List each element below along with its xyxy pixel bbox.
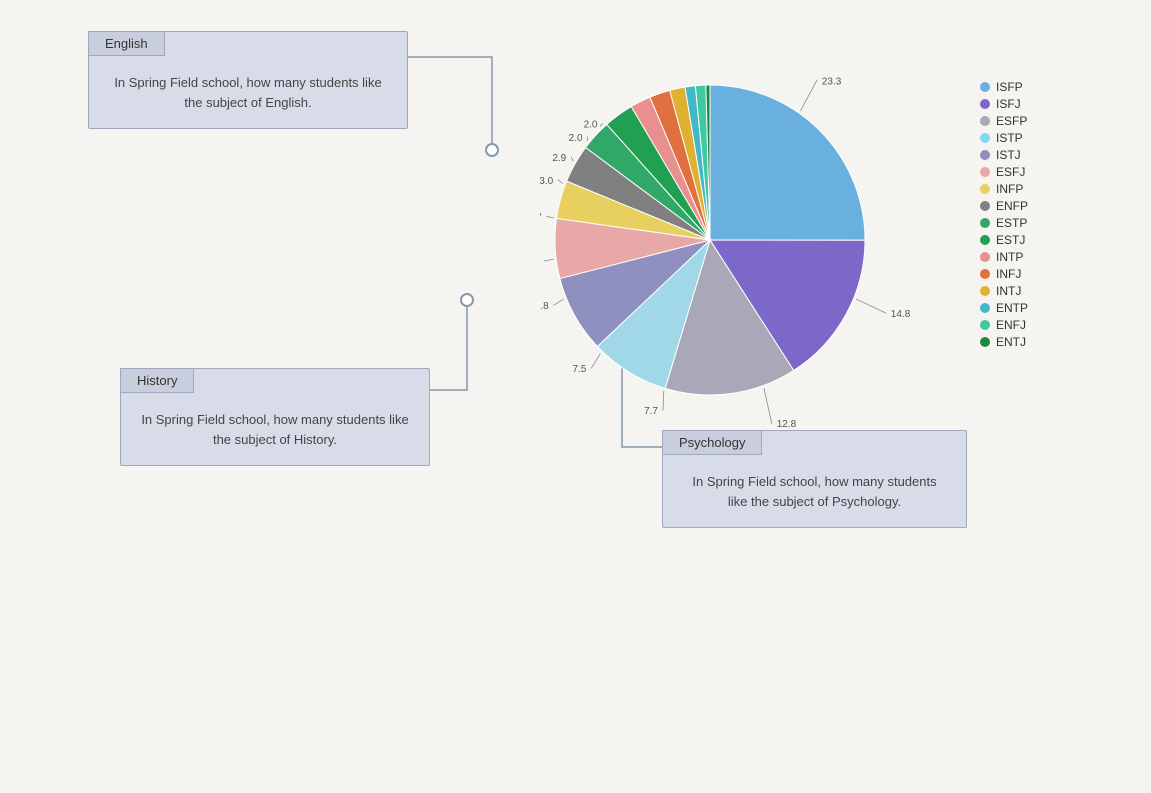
svg-text:7.5: 7.5 [572,364,586,375]
legend-dot [980,235,990,245]
history-body: In Spring Field school, how many student… [121,394,429,465]
legend-label: ESFJ [996,165,1025,179]
history-connector-dot [460,293,474,307]
legend-dot [980,201,990,211]
legend-label: ENFP [996,199,1028,213]
legend-label: ISTJ [996,148,1021,162]
history-title: History [120,368,194,393]
history-tooltip: History In Spring Field school, how many… [120,368,430,466]
legend-item-isfp: ISFP [980,80,1028,94]
legend-dot [980,218,990,228]
legend-label: INFJ [996,267,1021,281]
svg-text:2.0: 2.0 [569,133,583,144]
legend-item-esfp: ESFP [980,114,1028,128]
legend-item-entj: ENTJ [980,335,1028,349]
legend-dot [980,82,990,92]
legend-item-entp: ENTP [980,301,1028,315]
legend-dot [980,150,990,160]
english-title: English [88,31,165,56]
legend-label: ENTP [996,301,1028,315]
legend-item-istj: ISTJ [980,148,1028,162]
pie-chart: 23.314.812.87.77.55.83.73.73.02.92.02.0 [540,55,940,440]
psychology-tooltip: Psychology In Spring Field school, how m… [662,430,967,528]
english-body: In Spring Field school, how many student… [89,57,407,128]
legend-label: INTJ [996,284,1021,298]
legend-label: ISTP [996,131,1023,145]
legend-item-estp: ESTP [980,216,1028,230]
legend-item-infp: INFP [980,182,1028,196]
legend-item-esfj: ESFJ [980,165,1028,179]
legend-dot [980,116,990,126]
legend-label: ISFP [996,80,1023,94]
legend-dot [980,320,990,330]
english-tooltip: English In Spring Field school, how many… [88,31,408,129]
legend-dot [980,133,990,143]
legend-label: ENFJ [996,318,1026,332]
legend-label: ESTJ [996,233,1025,247]
legend-item-enfj: ENFJ [980,318,1028,332]
english-connector-dot [485,143,499,157]
svg-text:3.7: 3.7 [540,212,542,223]
legend-item-intp: INTP [980,250,1028,264]
legend-label: ISFJ [996,97,1021,111]
legend-dot [980,252,990,262]
legend-label: ESFP [996,114,1027,128]
psychology-body: In Spring Field school, how many student… [663,456,966,527]
legend-item-intj: INTJ [980,284,1028,298]
legend-dot [980,286,990,296]
legend-dot [980,99,990,109]
svg-text:14.8: 14.8 [891,309,911,320]
legend-dot [980,184,990,194]
legend-dot [980,269,990,279]
legend-item-infj: INFJ [980,267,1028,281]
svg-text:7.7: 7.7 [644,406,658,417]
svg-text:5.8: 5.8 [540,301,549,312]
legend-label: INTP [996,250,1023,264]
svg-text:23.3: 23.3 [822,76,842,87]
legend-dot [980,337,990,347]
legend-item-isfj: ISFJ [980,97,1028,111]
svg-text:2.9: 2.9 [552,153,566,164]
legend-label: INFP [996,182,1023,196]
legend-dot [980,167,990,177]
legend-label: ENTJ [996,335,1026,349]
chart-legend: ISFP ISFJ ESFP ISTP ISTJ ESFJ INFP ENFP ESTP ESTJ… [980,80,1028,352]
svg-text:3.0: 3.0 [540,176,554,187]
legend-item-istp: ISTP [980,131,1028,145]
legend-item-estj: ESTJ [980,233,1028,247]
legend-dot [980,303,990,313]
legend-item-enfp: ENFP [980,199,1028,213]
legend-label: ESTP [996,216,1027,230]
svg-text:2.0: 2.0 [584,119,598,130]
svg-text:12.8: 12.8 [777,419,797,430]
